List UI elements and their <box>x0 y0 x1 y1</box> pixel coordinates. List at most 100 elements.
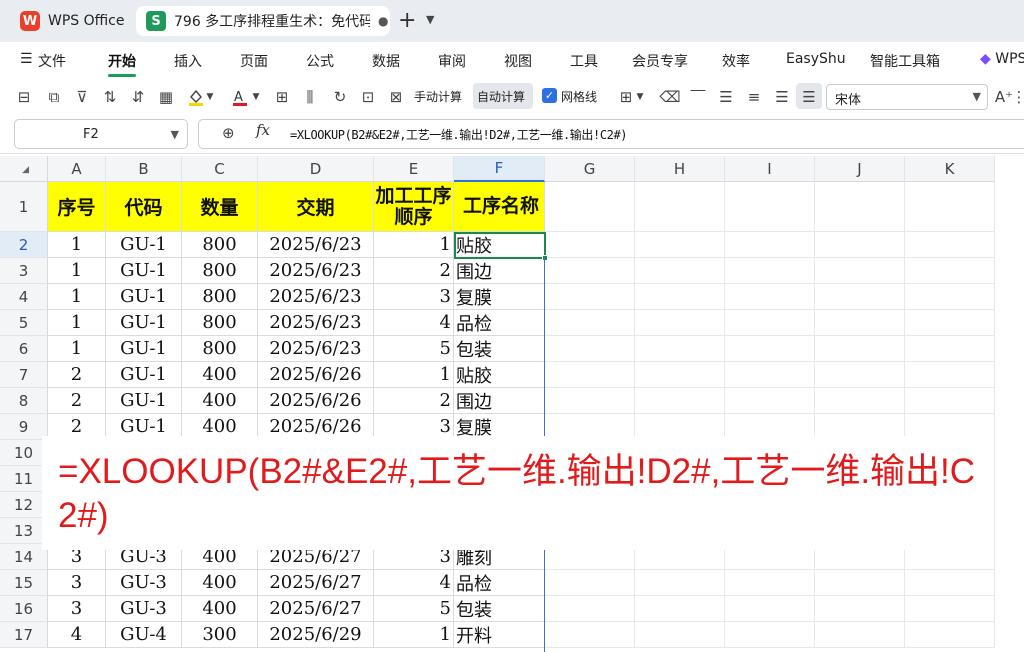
header-cell-c[interactable]: 数量 <box>182 182 258 232</box>
cell-b17[interactable]: GU-4 <box>106 622 182 648</box>
cell-i5[interactable] <box>725 310 815 336</box>
cell-h17[interactable] <box>635 622 725 648</box>
row-header-9[interactable]: 9 <box>0 414 48 440</box>
cell-a3[interactable]: 1 <box>48 258 106 284</box>
cell-c17[interactable]: 300 <box>182 622 258 648</box>
cell-c16[interactable]: 400 <box>182 596 258 622</box>
cell-i7[interactable] <box>725 362 815 388</box>
menu-page[interactable]: 页面 <box>240 51 268 71</box>
row-header-12[interactable]: 12 <box>0 492 48 518</box>
header-cell-e[interactable]: 加工工序顺序 <box>374 182 454 232</box>
cell-a4[interactable]: 1 <box>48 284 106 310</box>
cell-k5[interactable] <box>905 310 995 336</box>
new-tab-button[interactable]: + <box>398 8 416 33</box>
cell-a6[interactable]: 1 <box>48 336 106 362</box>
sort-descending-icon[interactable]: ⇵ <box>128 87 148 107</box>
menu-member[interactable]: 会员专享 <box>632 51 688 71</box>
cell-f15[interactable]: 品检 <box>454 570 545 596</box>
cell-j3[interactable] <box>815 258 905 284</box>
cell-e4[interactable]: 3 <box>374 284 454 310</box>
cell-k16[interactable] <box>905 596 995 622</box>
cell-b16[interactable]: GU-3 <box>106 596 182 622</box>
cell-d17[interactable]: 2025/6/29 <box>258 622 374 648</box>
cell-g17[interactable] <box>545 622 635 648</box>
cell-e17[interactable]: 1 <box>374 622 454 648</box>
cell-j2[interactable] <box>815 232 905 258</box>
row-header-2[interactable]: 2 <box>0 232 48 258</box>
cell-e3[interactable]: 2 <box>374 258 454 284</box>
filter-icon[interactable]: ⊽ <box>72 87 92 107</box>
row-header-13[interactable]: 13 <box>0 518 48 544</box>
cell-g8[interactable] <box>545 388 635 414</box>
cell-e2[interactable]: 1 <box>374 232 454 258</box>
header-cell-d[interactable]: 交期 <box>258 182 374 232</box>
row-header-3[interactable]: 3 <box>0 258 48 284</box>
column-header-d[interactable]: D <box>258 156 374 182</box>
cell-h4[interactable] <box>635 284 725 310</box>
cell-d8[interactable]: 2025/6/26 <box>258 388 374 414</box>
cell-e7[interactable]: 1 <box>374 362 454 388</box>
header-cell-a[interactable]: 序号 <box>48 182 106 232</box>
align-right-icon[interactable]: ☰ <box>772 87 792 107</box>
row-header-14[interactable]: 14 <box>0 544 48 570</box>
auto-calc-button[interactable]: 自动计算 <box>477 88 525 105</box>
cell-j17[interactable] <box>815 622 905 648</box>
cell-f3[interactable]: 围边 <box>454 258 545 284</box>
column-header-k[interactable]: K <box>905 156 995 182</box>
menu-file[interactable]: 文件 <box>38 51 66 71</box>
cell-d7[interactable]: 2025/6/26 <box>258 362 374 388</box>
align-left-icon[interactable]: ☰ <box>716 87 736 107</box>
cell-i6[interactable] <box>725 336 815 362</box>
cell-e6[interactable]: 5 <box>374 336 454 362</box>
cell-c2[interactable]: 800 <box>182 232 258 258</box>
paste-values-icon[interactable]: ⧉ <box>44 87 64 107</box>
cell-d5[interactable]: 2025/6/23 <box>258 310 374 336</box>
select-all-corner[interactable]: ◢ <box>0 156 48 182</box>
fill-color-icon[interactable] <box>186 87 206 107</box>
font-color-dropdown-icon[interactable]: ▼ <box>250 87 262 107</box>
cell-f16[interactable]: 包装 <box>454 596 545 622</box>
unsaved-dot-icon[interactable]: ● <box>378 14 388 28</box>
cell-a2[interactable]: 1 <box>48 232 106 258</box>
cell-j4[interactable] <box>815 284 905 310</box>
cell-b8[interactable]: GU-1 <box>106 388 182 414</box>
merge-cells-icon[interactable]: ⊞ <box>272 87 292 107</box>
cell-i3[interactable] <box>725 258 815 284</box>
column-width-icon[interactable]: ⫼ <box>300 87 320 107</box>
cell-c5[interactable]: 800 <box>182 310 258 336</box>
cell-e8[interactable]: 2 <box>374 388 454 414</box>
cell-h2[interactable] <box>635 232 725 258</box>
row-header-1[interactable]: 1 <box>0 182 48 232</box>
cell-a17[interactable]: 4 <box>48 622 106 648</box>
column-header-a[interactable]: A <box>48 156 106 182</box>
row-header-5[interactable]: 5 <box>0 310 48 336</box>
cell-f4[interactable]: 复膜 <box>454 284 545 310</box>
menu-review[interactable]: 审阅 <box>438 51 466 71</box>
cell-j15[interactable] <box>815 570 905 596</box>
cell-j1[interactable] <box>815 182 905 232</box>
cell-g2[interactable] <box>545 232 635 258</box>
cell-a8[interactable]: 2 <box>48 388 106 414</box>
freeze-icon[interactable]: ⊡ <box>358 87 378 107</box>
menu-formula[interactable]: 公式 <box>306 51 334 71</box>
menu-wps-ai[interactable]: ◆ WPS <box>980 51 1024 67</box>
clear-format-icon[interactable]: ⌫ <box>659 87 680 107</box>
cell-j16[interactable] <box>815 596 905 622</box>
cell-h6[interactable] <box>635 336 725 362</box>
cell-k8[interactable] <box>905 388 995 414</box>
cell-g16[interactable] <box>545 596 635 622</box>
row-header-11[interactable]: 11 <box>0 466 48 492</box>
header-cell-b[interactable]: 代码 <box>106 182 182 232</box>
cell-h8[interactable] <box>635 388 725 414</box>
cell-i1[interactable] <box>725 182 815 232</box>
menu-data[interactable]: 数据 <box>372 51 400 71</box>
tab-list-chevron-icon[interactable]: ▼ <box>426 13 434 26</box>
font-color-icon[interactable]: A <box>230 87 250 107</box>
cell-a7[interactable]: 2 <box>48 362 106 388</box>
sort-ascending-icon[interactable]: ⇅ <box>100 87 120 107</box>
cell-c8[interactable]: 400 <box>182 388 258 414</box>
cell-b3[interactable]: GU-1 <box>106 258 182 284</box>
table-style-icon[interactable]: ⊞ <box>616 87 636 107</box>
cell-b6[interactable]: GU-1 <box>106 336 182 362</box>
menu-easyshu[interactable]: EasyShu <box>786 51 846 67</box>
